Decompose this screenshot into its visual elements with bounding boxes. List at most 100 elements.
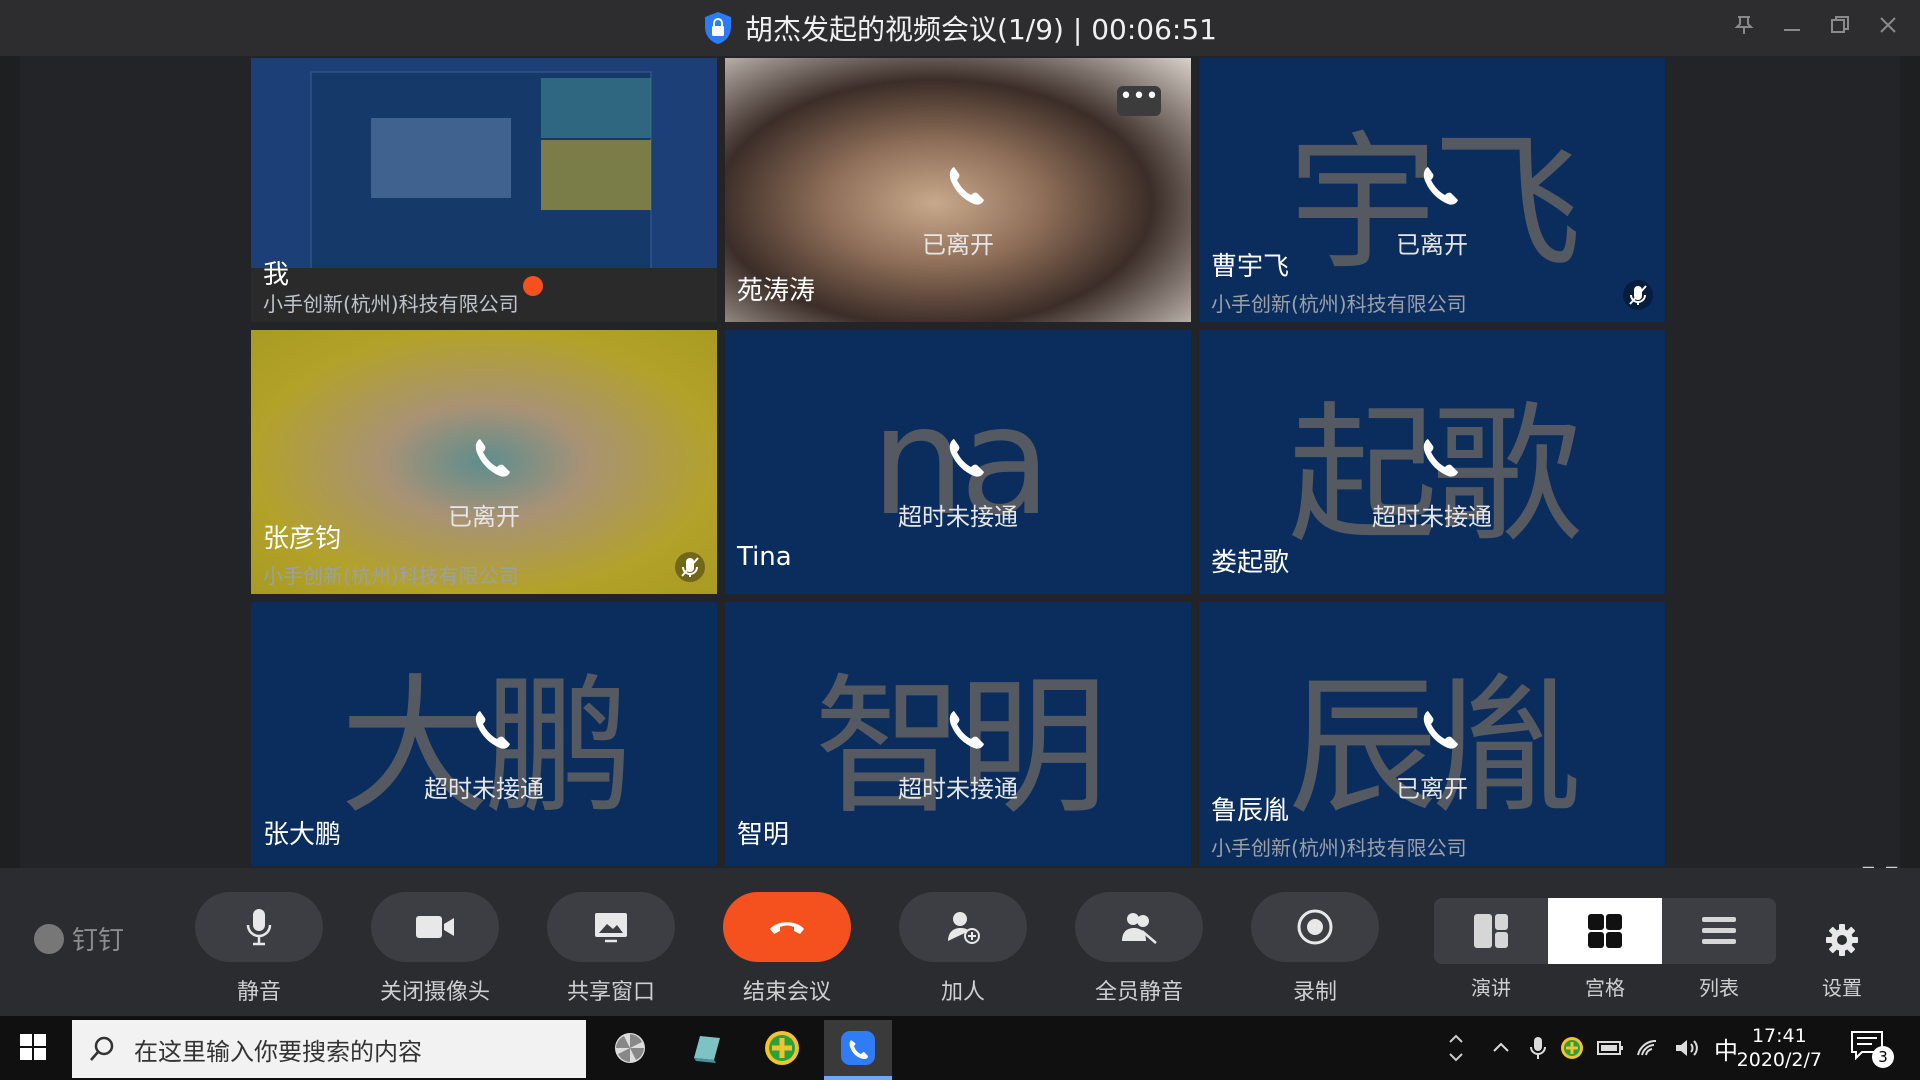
mute-button-body[interactable] [195,892,323,962]
phone-icon [949,167,984,205]
minimize-icon[interactable] [1778,14,1806,42]
settings-gear-icon[interactable] [1818,916,1866,964]
close-icon[interactable] [1874,14,1902,42]
participant-name: Tina [737,542,792,572]
camera-off-button-body[interactable] [371,892,499,962]
system-tray: 中 [1446,1016,1738,1080]
dingtalk-app-icon [841,1031,875,1065]
video-grid: 我 小手创新(杭州)科技有限公司 ••• 已离开 苑涛涛 宇飞 已离开 曹宇飞 … [20,56,1900,902]
mute-label: 静音 [236,980,281,1005]
view-speaker-tab[interactable] [1434,898,1548,964]
phone-icon [475,711,510,749]
share-window-label: 共享窗口 [566,980,655,1005]
clock-date: 2020/2/7 [1736,1049,1822,1071]
view-list-tab[interactable] [1662,898,1776,964]
video-tile-luchenyin[interactable]: 辰胤 已离开 鲁辰胤 小手创新(杭州)科技有限公司 [1199,602,1665,866]
grid-view-icon [1588,914,1622,948]
participant-name: 智明 [737,820,790,850]
end-meeting-button[interactable]: 结束会议 [722,892,852,1006]
add-people-button[interactable]: 加人 [898,892,1028,1006]
mute-all-button[interactable]: 全员静音 [1074,892,1204,1006]
phone-icon [475,439,510,477]
participant-name: 张彦钧 [263,524,342,554]
ime-indicator[interactable]: 中 [1714,1031,1738,1066]
microphone-tray-icon[interactable] [1528,1035,1548,1061]
dingtalk-brand: 钉钉 [34,920,124,957]
meeting-title: 胡杰发起的视频会议(1/9) | 00:06:51 [0,0,1920,56]
mic-off-icon [675,552,705,582]
lock-shield-icon [705,12,732,44]
brand-label: 钉钉 [72,926,125,956]
participant-org: 小手创新(杭州)科技有限公司 [263,292,519,316]
call-status: 超时未接通 [1372,503,1492,531]
video-tile-caoyufei[interactable]: 宇飞 已离开 曹宇飞 小手创新(杭州)科技有限公司 [1199,58,1665,322]
dingtalk-logo-icon [34,923,64,954]
participant-org: 小手创新(杭州)科技有限公司 [1211,836,1467,860]
phone-icon [1423,711,1458,749]
restore-icon[interactable] [1826,14,1854,42]
view-grid-tab[interactable] [1548,898,1662,964]
video-tile-zhiming[interactable]: 智明 超时未接通 智明 [725,602,1191,866]
phone-icon [949,711,984,749]
video-tile-me[interactable]: 我 小手创新(杭州)科技有限公司 [251,58,717,322]
taskbar-app-360[interactable] [748,1020,816,1076]
view-speaker-label: 演讲 [1471,976,1511,1000]
mute-button[interactable]: 静音 [194,892,324,1006]
video-tile-louqige[interactable]: 起歌 超时未接通 娄起歌 [1199,330,1665,594]
camera-off-label: 关闭摄像头 [379,980,490,1005]
video-tile-zhangdapeng[interactable]: 大鹏 超时未接通 张大鹏 [251,602,717,866]
list-view-icon [1702,917,1736,944]
notification-count-badge: 3 [1872,1046,1894,1068]
tray-scroll-icon[interactable] [1446,1028,1466,1068]
view-mode-switcher [1434,898,1776,964]
windows-taskbar: 在这里输入你要搜索的内容 中 17:41 2020/2/7 3 [0,1016,1920,1080]
call-status: 超时未接通 [898,775,1018,803]
participant-name: 曹宇飞 [1211,252,1290,282]
add-people-button-body[interactable] [899,892,1027,962]
share-screen-icon [595,913,627,943]
phone-icon [949,439,984,477]
end-meeting-label: 结束会议 [742,980,831,1005]
notebook-app-icon [694,1036,720,1063]
search-placeholder: 在这里输入你要搜索的内容 [134,1037,422,1066]
participant-name: 我 [263,260,290,290]
call-status: 已离开 [922,231,994,259]
video-tile-yuantaotao[interactable]: ••• 已离开 苑涛涛 [725,58,1191,322]
speaker-view-icon [1474,914,1508,948]
chevron-up-icon[interactable] [1490,1037,1512,1059]
mute-all-label: 全员静音 [1094,980,1183,1005]
screen-share-preview [251,58,717,322]
windows-start-icon[interactable] [18,1032,48,1062]
taskbar-app-dingtalk[interactable] [824,1020,892,1080]
mute-all-button-body[interactable] [1075,892,1203,962]
battery-icon[interactable] [1596,1038,1624,1058]
mute-all-icon [1122,913,1157,944]
volume-icon[interactable] [1674,1037,1700,1059]
taskbar-app-notebook[interactable] [672,1020,740,1076]
record-button-body[interactable] [1251,892,1379,962]
video-tile-zhangyanjun[interactable]: 已离开 张彦钧 小手创新(杭州)科技有限公司 [251,330,717,594]
pin-icon[interactable] [1730,14,1758,42]
settings-label: 设置 [1822,976,1862,1000]
taskbar-search-box[interactable]: 在这里输入你要搜索的内容 [72,1020,586,1078]
camera-off-button[interactable]: 关闭摄像头 [370,892,500,1006]
more-options-icon[interactable]: ••• [1117,86,1161,116]
record-button[interactable]: 录制 [1250,892,1380,1006]
participant-name: 苑涛涛 [737,276,816,306]
video-tile-tina[interactable]: na 超时未接通 Tina [725,330,1191,594]
security-tray-icon[interactable] [1560,1036,1584,1060]
title-bar: 胡杰发起的视频会议(1/9) | 00:06:51 [0,0,1920,56]
record-icon [1297,909,1333,945]
mic-off-icon [1623,280,1653,310]
taskbar-app-pinwheel[interactable] [596,1020,664,1076]
record-label: 录制 [1292,980,1337,1005]
wifi-icon[interactable] [1636,1037,1662,1059]
action-center-button[interactable]: 3 [1850,1030,1894,1070]
meeting-title-text: 胡杰发起的视频会议(1/9) | 00:06:51 [745,13,1217,46]
share-window-button-body[interactable] [547,892,675,962]
end-meeting-button-body[interactable] [723,892,851,962]
meeting-toolbar: 钉钉 静音 关闭摄像头 共享窗口 结束会议 加人 全员静音 录制 演讲 宫格 列… [0,868,1920,1016]
add-person-icon [948,912,980,944]
taskbar-clock[interactable]: 17:41 2020/2/7 [1737,1024,1822,1072]
share-window-button[interactable]: 共享窗口 [546,892,676,1006]
